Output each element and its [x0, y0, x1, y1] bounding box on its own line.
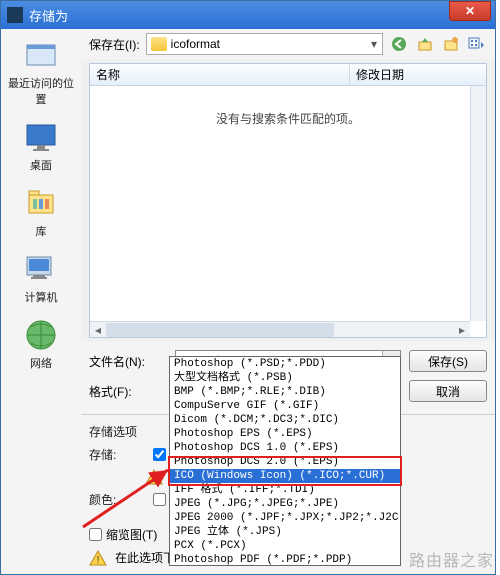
thumbnail-checkbox[interactable]: 缩览图(T) [89, 526, 157, 543]
network-icon [23, 317, 59, 353]
places-sidebar: 最近访问的位置 桌面 库 计算机 网络 [1, 29, 81, 574]
scroll-left-icon[interactable]: ◂ [90, 322, 106, 338]
options-title: 存储选项 [89, 423, 145, 440]
scroll-right-icon[interactable]: ▸ [454, 322, 470, 338]
desktop-icon [23, 119, 59, 155]
path-bar: 保存在(I): icoformat ▾ [81, 29, 495, 59]
warning-icon: ! [145, 469, 163, 485]
empty-message: 没有与搜索条件匹配的项。 [90, 86, 486, 127]
cancel-button[interactable]: 取消 [409, 380, 487, 402]
view-menu-button[interactable] [467, 34, 487, 54]
format-dropdown-list[interactable]: Photoshop (*.PSD;*.PDD)大型文档格式 (*.PSB)BMP… [169, 356, 401, 566]
sidebar-item-computer[interactable]: 计算机 [6, 251, 76, 305]
sidebar-item-network[interactable]: 网络 [6, 317, 76, 371]
sidebar-item-libraries[interactable]: 库 [6, 185, 76, 239]
file-list: 名称 修改日期 没有与搜索条件匹配的项。 ◂ ▸ [89, 63, 487, 338]
sidebar-item-label: 库 [6, 223, 76, 239]
format-option[interactable]: JPEG (*.JPG;*.JPEG;*.JPE) [170, 497, 400, 511]
format-option[interactable]: JPEG 立体 (*.JPS) [170, 525, 400, 539]
savein-label: 保存在(I): [89, 36, 140, 53]
filename-label: 文件名(N): [89, 353, 167, 370]
format-option[interactable]: Photoshop (*.PSD;*.PDD) [170, 357, 400, 371]
format-label: 格式(F): [89, 383, 167, 400]
format-option[interactable]: Dicom (*.DCM;*.DC3;*.DIC) [170, 413, 400, 427]
warning-icon: ! [89, 550, 107, 566]
back-button[interactable] [389, 34, 409, 54]
color-label: 颜色: [89, 491, 145, 508]
sidebar-item-label: 网络 [6, 355, 76, 371]
column-date[interactable]: 修改日期 [350, 64, 486, 85]
app-icon [7, 7, 23, 23]
format-option[interactable]: CompuServe GIF (*.GIF) [170, 399, 400, 413]
folder-combo[interactable]: icoformat ▾ [146, 33, 383, 55]
close-button[interactable]: ✕ [449, 1, 491, 21]
window-title: 存储为 [29, 6, 449, 25]
new-folder-button[interactable] [441, 34, 461, 54]
format-option[interactable]: PCX (*.PCX) [170, 539, 400, 553]
recent-icon [23, 37, 59, 73]
format-option[interactable]: IFF 格式 (*.IFF;*.TDI) [170, 483, 400, 497]
format-option[interactable]: Photoshop PDF (*.PDF;*.PDP) [170, 553, 400, 566]
sidebar-item-label: 最近访问的位置 [6, 75, 76, 107]
up-button[interactable] [415, 34, 435, 54]
column-name[interactable]: 名称 [90, 64, 350, 85]
svg-text:!: ! [153, 474, 156, 485]
format-option[interactable]: Photoshop DCS 2.0 (*.EPS) [170, 455, 400, 469]
thumbnail-label: 缩览图(T) [106, 526, 157, 543]
titlebar: 存储为 ✕ [1, 1, 495, 29]
folder-name: icoformat [171, 37, 220, 51]
format-option[interactable]: Photoshop DCS 1.0 (*.EPS) [170, 441, 400, 455]
format-option[interactable]: BMP (*.BMP;*.RLE;*.DIB) [170, 385, 400, 399]
save-button[interactable]: 保存(S) [409, 350, 487, 372]
scrollbar-vertical[interactable] [470, 86, 486, 321]
format-option[interactable]: JPEG 2000 (*.JPF;*.JPX;*.JP2;*.J2C;*.J2K… [170, 511, 400, 525]
sidebar-item-label: 计算机 [6, 289, 76, 305]
chevron-down-icon[interactable]: ▾ [366, 37, 382, 51]
format-option[interactable]: 大型文档格式 (*.PSB) [170, 371, 400, 385]
scrollbar-horizontal[interactable]: ◂ ▸ [90, 321, 470, 337]
format-option[interactable]: Photoshop EPS (*.EPS) [170, 427, 400, 441]
computer-icon [23, 251, 59, 287]
folder-icon [151, 37, 167, 51]
sidebar-item-label: 桌面 [6, 157, 76, 173]
sidebar-item-recent[interactable]: 最近访问的位置 [6, 37, 76, 107]
sidebar-item-desktop[interactable]: 桌面 [6, 119, 76, 173]
color-checkbox[interactable] [153, 493, 166, 506]
svg-text:!: ! [97, 555, 100, 566]
scroll-thumb[interactable] [106, 323, 334, 337]
format-option[interactable]: ICO (Windows Icon) (*.ICO;*.CUR) [170, 469, 400, 483]
libraries-icon [23, 185, 59, 221]
save-label: 存储: [89, 446, 145, 463]
